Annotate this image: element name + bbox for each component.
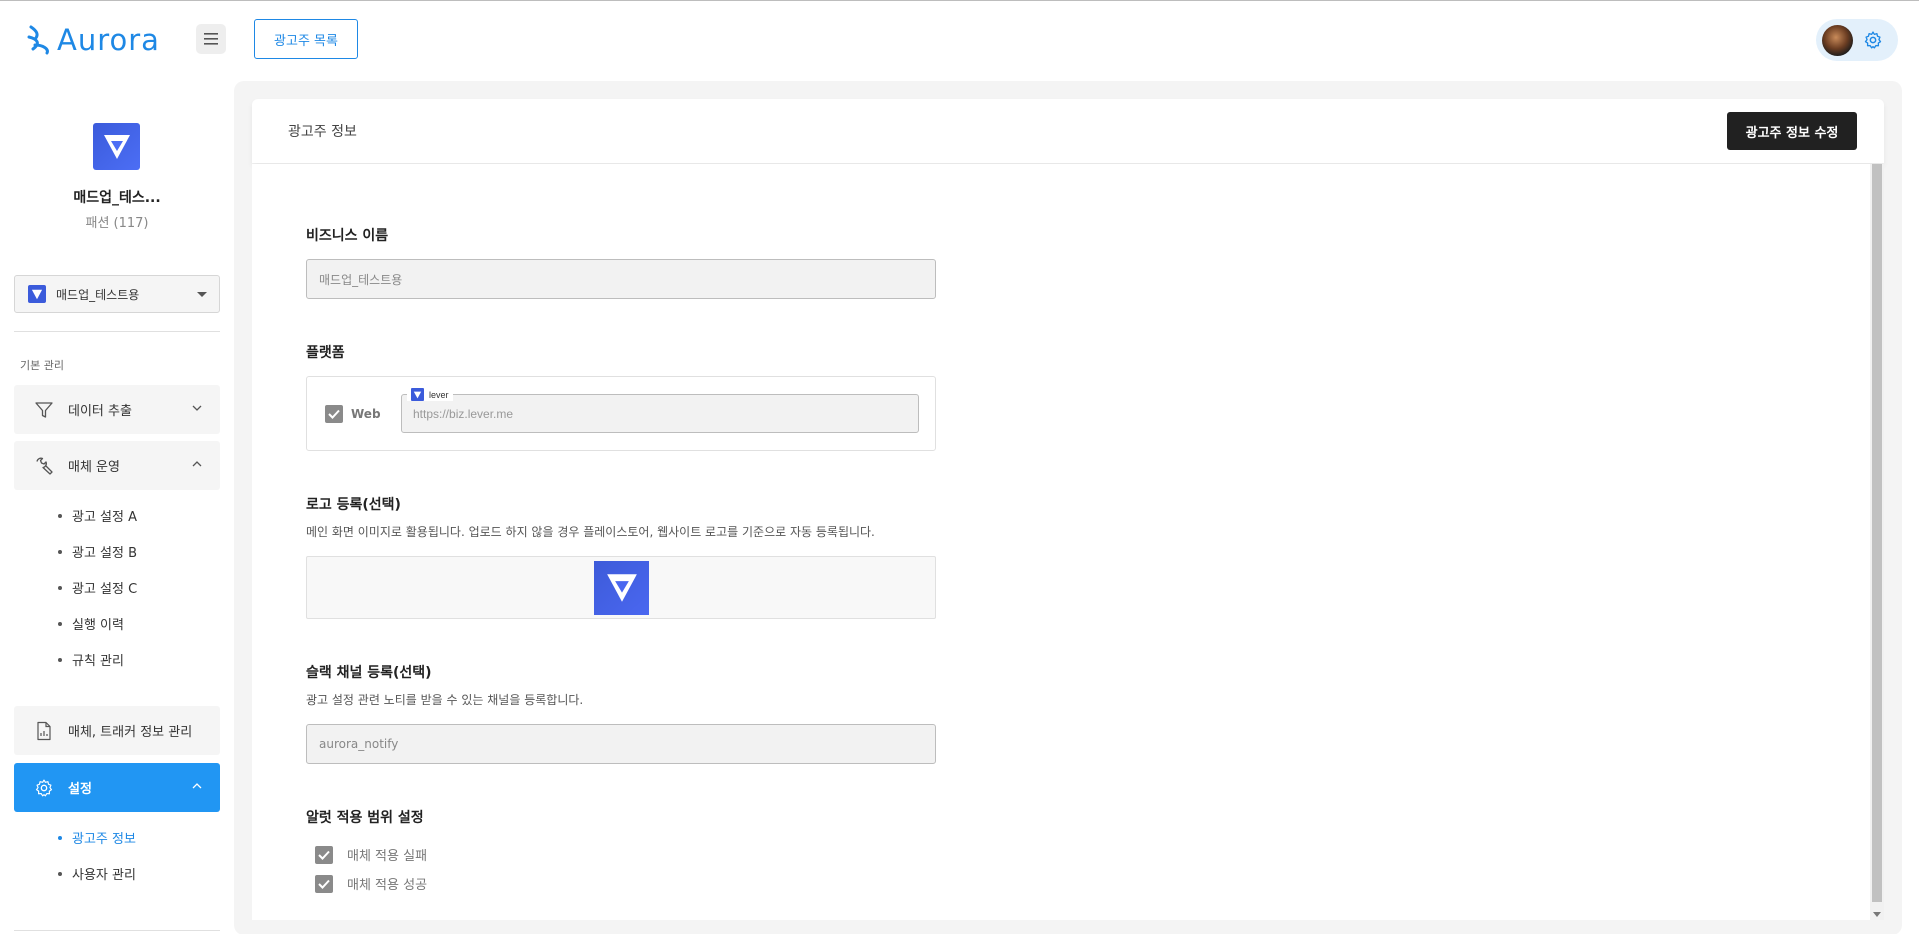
slack-description: 광고 설정 관련 노티를 받을 수 있는 채널을 등록합니다. (306, 693, 584, 707)
brand-category: 패션 (117) (85, 216, 149, 231)
logo-description: 메인 화면 이미지로 활용됩니다. 업로드 하지 않을 경우 플레이스토어, 웹… (306, 525, 875, 539)
alert-success-checkbox[interactable]: 매체 적용 성공 (315, 874, 427, 893)
website-url-field[interactable]: https://biz.lever.me (401, 394, 919, 433)
check-icon (318, 879, 330, 889)
sub-item-advertiser-info[interactable]: 광고주 정보 (58, 828, 136, 847)
chevron-up-icon (192, 783, 202, 789)
bullet (58, 835, 62, 840)
nav-item-label: 설정 (68, 782, 92, 797)
logo-text: Aurora (57, 23, 160, 57)
brand-logo (93, 123, 140, 170)
document-chart-icon (37, 721, 51, 740)
sub-item-label: 광고 설정 B (72, 546, 138, 561)
checkbox-checked[interactable] (315, 845, 333, 864)
filter-icon (35, 401, 53, 418)
scrollbar-thumb[interactable] (1872, 164, 1882, 902)
hamburger-icon (204, 33, 218, 45)
wrench-icon (36, 457, 53, 475)
sub-item-label: 사용자 관리 (72, 868, 136, 883)
url-field-legend: lever (407, 388, 453, 401)
slack-label: 슬랙 채널 등록(선택) (306, 665, 432, 681)
url-legend-label: lever (429, 389, 449, 400)
slack-channel-value: aurora_notify (319, 737, 399, 751)
sub-item-run-history[interactable]: 실행 이력 (58, 614, 124, 633)
divider (14, 331, 220, 332)
section-label: 기본 관리 (20, 359, 64, 372)
aurora-wing-icon (27, 25, 49, 55)
gear-icon (35, 779, 53, 796)
checkbox-checked[interactable] (325, 405, 343, 423)
edit-advertiser-button[interactable]: 광고주 정보 수정 (1727, 112, 1857, 150)
checkbox-checked[interactable] (315, 874, 333, 893)
platform-box: Web https://biz.lever.me lever (306, 376, 936, 451)
web-checkbox-label: Web (351, 407, 381, 421)
sub-item-label: 광고주 정보 (72, 832, 136, 847)
scroll-down-icon[interactable] (1873, 912, 1881, 917)
bullet (58, 657, 62, 662)
lever-logo-icon (28, 285, 46, 303)
account-select[interactable]: 매드업_테스트용 (14, 275, 220, 313)
nav-item-label: 매체 운영 (68, 460, 120, 475)
nav-item-label: 매체, 트래커 정보 관리 (68, 725, 193, 740)
sub-item-ad-setting-b[interactable]: 광고 설정 B (58, 542, 137, 561)
check-icon (328, 409, 340, 419)
nav-item-label: 데이터 추출 (68, 404, 132, 419)
account-select-value: 매드업_테스트용 (56, 287, 140, 302)
lever-logo-icon (411, 388, 424, 401)
sub-item-rule-management[interactable]: 규칙 관리 (58, 650, 124, 669)
sub-item-label: 실행 이력 (72, 618, 124, 633)
advertiser-list-button[interactable]: 광고주 목록 (254, 19, 358, 59)
logo-label: 로고 등록(선택) (306, 497, 401, 513)
alert-scope-label: 알럿 적용 범위 설정 (306, 810, 424, 826)
sub-item-label: 규칙 관리 (72, 654, 124, 669)
card-header: 광고주 정보 광고주 정보 수정 (252, 99, 1884, 163)
bullet (58, 621, 62, 626)
sub-item-ad-setting-c[interactable]: 광고 설정 C (58, 578, 137, 597)
business-name-value: 매드업_테스트용 (319, 272, 403, 287)
alert-failure-checkbox[interactable]: 매체 적용 실패 (315, 845, 427, 864)
sub-item-label: 광고 설정 A (72, 510, 137, 525)
brand-name: 매드업_테스... (73, 190, 161, 206)
nav-item-media-ops[interactable]: 매체 운영 (14, 441, 220, 490)
sidebar: 매드업_테스... 패션 (117) 매드업_테스트용 기본 관리 데이터 추출… (0, 79, 234, 934)
profile-area[interactable] (1816, 19, 1898, 61)
business-name-field[interactable]: 매드업_테스트용 (306, 259, 936, 299)
nav-item-data-extract[interactable]: 데이터 추출 (14, 385, 220, 434)
logo-preview-image (594, 561, 649, 615)
divider (14, 930, 220, 931)
check-icon (318, 850, 330, 860)
nav-item-media-tracker[interactable]: 매체, 트래커 정보 관리 (14, 706, 220, 755)
sub-item-label: 광고 설정 C (72, 582, 138, 597)
top-bar: Aurora 광고주 목록 (0, 1, 1919, 79)
business-name-label: 비즈니스 이름 (306, 228, 389, 244)
platform-label: 플랫폼 (306, 345, 345, 361)
lever-logo-icon (103, 134, 130, 159)
website-url-value: https://biz.lever.me (413, 406, 514, 421)
lever-logo-icon (606, 574, 637, 602)
checkbox-label: 매체 적용 성공 (347, 878, 428, 893)
bullet (58, 513, 62, 518)
sub-item-ad-setting-a[interactable]: 광고 설정 A (58, 506, 137, 525)
scrollbar[interactable] (1870, 164, 1884, 920)
avatar[interactable] (1822, 24, 1853, 56)
bullet (58, 871, 62, 876)
slack-channel-field[interactable]: aurora_notify (306, 724, 936, 764)
web-checkbox[interactable]: Web (325, 405, 381, 423)
chevron-down-icon (192, 405, 202, 411)
bullet (58, 549, 62, 554)
chevron-up-icon (192, 461, 202, 467)
bullet (58, 585, 62, 590)
gear-icon[interactable] (1863, 30, 1883, 50)
sub-item-user-management[interactable]: 사용자 관리 (58, 864, 136, 883)
aurora-logo[interactable]: Aurora (27, 23, 160, 57)
nav-item-settings[interactable]: 설정 (14, 763, 220, 812)
page-title: 광고주 정보 (288, 124, 357, 140)
caret-down-icon (197, 292, 207, 297)
menu-toggle-button[interactable] (196, 24, 226, 54)
logo-upload-area[interactable] (306, 556, 936, 619)
checkbox-label: 매체 적용 실패 (347, 849, 428, 864)
